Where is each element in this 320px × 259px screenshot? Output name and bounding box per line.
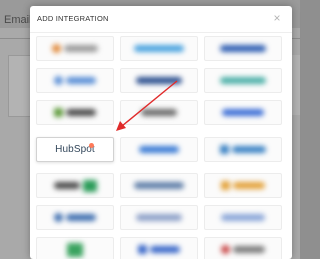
integration-tile[interactable] <box>204 137 282 162</box>
integration-tile[interactable] <box>204 36 282 61</box>
integration-tile[interactable] <box>120 100 198 125</box>
integration-logo <box>220 77 266 84</box>
integration-tile[interactable] <box>120 173 198 198</box>
integration-tile[interactable] <box>204 173 282 198</box>
hubspot-logo: HubSpo t <box>55 143 95 155</box>
integration-tile[interactable] <box>204 237 282 259</box>
integration-logo <box>136 77 182 84</box>
integration-tile[interactable] <box>204 68 282 93</box>
integration-tile[interactable] <box>36 205 114 230</box>
integration-logo <box>222 109 264 116</box>
integration-tile[interactable] <box>204 205 282 230</box>
integration-tile[interactable] <box>120 205 198 230</box>
integration-logo <box>220 145 266 154</box>
integration-logo <box>67 242 83 257</box>
integration-logo <box>139 146 179 153</box>
close-icon[interactable]: × <box>270 11 284 25</box>
integration-logo <box>136 214 182 221</box>
integration-logo <box>52 44 98 53</box>
integration-tile[interactable] <box>120 36 198 61</box>
integration-tile[interactable] <box>36 36 114 61</box>
add-integration-modal: ADD INTEGRATION × HubSpo t <box>30 6 292 259</box>
integration-logo <box>134 182 184 189</box>
integration-tile[interactable] <box>36 237 114 259</box>
integration-tile[interactable] <box>120 237 198 259</box>
integration-tile[interactable] <box>120 68 198 93</box>
integration-logo <box>54 213 96 222</box>
integration-tile[interactable] <box>204 100 282 125</box>
integration-logo <box>221 245 265 254</box>
integration-tile[interactable] <box>36 68 114 93</box>
hubspot-label: HubSpo t <box>55 143 95 155</box>
integration-tile[interactable] <box>36 100 114 125</box>
header-divider <box>30 32 292 33</box>
integration-logo <box>134 45 184 52</box>
integration-tile[interactable] <box>36 173 114 198</box>
integration-tile[interactable] <box>120 137 198 162</box>
integration-logo <box>221 214 265 221</box>
integration-logo <box>53 179 97 192</box>
background-page-title: Email S <box>4 14 30 26</box>
integration-logo <box>54 108 96 117</box>
integration-tile-hubspot[interactable]: HubSpo t <box>36 137 114 162</box>
integration-logo <box>141 109 177 116</box>
integration-logo <box>54 76 96 85</box>
integration-logo <box>221 181 265 190</box>
modal-header: ADD INTEGRATION × <box>30 6 292 32</box>
integration-logo <box>138 245 180 254</box>
integration-logo <box>220 45 266 52</box>
modal-title: ADD INTEGRATION <box>37 14 109 23</box>
integration-grid: HubSpo t <box>36 36 288 259</box>
hubspot-sprocket-icon: o <box>86 143 94 155</box>
